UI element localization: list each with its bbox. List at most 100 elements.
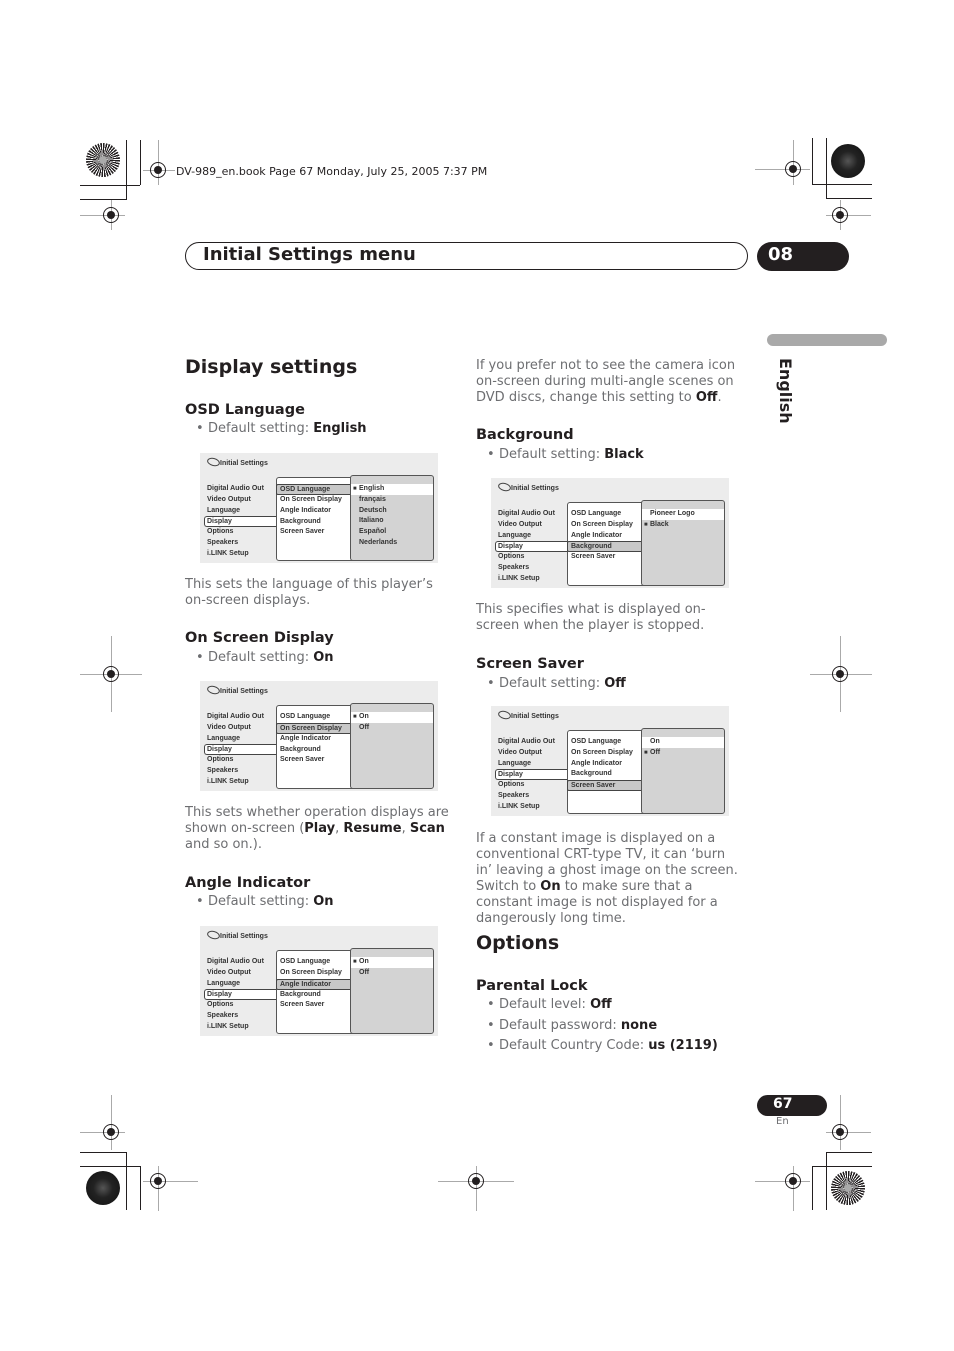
osd-main-item[interactable]: Display <box>204 989 278 1001</box>
osd-main-item[interactable]: Display <box>204 516 278 528</box>
osd-screen-background: Initial Settings Digital Audio Out Video O… <box>491 478 729 588</box>
osd-option-item[interactable]: Español <box>351 527 433 538</box>
desc-bold: On <box>540 879 561 894</box>
osd-main-item[interactable]: i.LINK Setup <box>497 802 569 813</box>
osd-main-item[interactable]: Options <box>206 1000 278 1011</box>
osd-main-item[interactable]: Digital Audio Out <box>497 509 569 520</box>
osd-display-item[interactable]: OSD Language <box>568 509 646 520</box>
osd-main-item[interactable]: Language <box>497 759 569 770</box>
osd-display-item[interactable]: Background <box>277 745 355 756</box>
osd-main-item[interactable]: Options <box>497 780 569 791</box>
registration-disc-top-right <box>831 144 865 178</box>
crop-mark <box>80 185 140 186</box>
osd-display-item[interactable]: Background <box>277 517 355 528</box>
osd-display-item[interactable]: Angle Indicator <box>276 978 355 990</box>
bullet-label: Default password: <box>499 1018 621 1033</box>
osd-main-item[interactable]: Speakers <box>206 1011 278 1022</box>
osd-option-item[interactable]: Pioneer Logo <box>642 509 724 520</box>
osd-main-item[interactable]: Display <box>495 541 569 553</box>
osd-option-item[interactable]: Black <box>642 520 724 531</box>
osd-option-item[interactable]: On <box>351 957 433 968</box>
osd-display-submenu: OSD Language On Screen Display Angle Indic… <box>567 502 647 586</box>
osd-options-panel: Pioneer LogoBlack <box>641 500 725 586</box>
osd-display-item[interactable]: Screen Saver <box>277 1000 355 1011</box>
crop-line <box>111 1095 112 1150</box>
osd-main-item[interactable]: Video Output <box>206 723 278 734</box>
osd-main-item[interactable]: i.LINK Setup <box>206 777 278 788</box>
osd-main-item[interactable]: Language <box>206 979 278 990</box>
osd-display-item[interactable]: Screen Saver <box>567 780 646 792</box>
osd-display-item[interactable]: On Screen Display <box>568 748 646 759</box>
bullet-label: Default setting: <box>208 894 314 909</box>
osd-main-item[interactable]: Options <box>497 552 569 563</box>
crop-mark <box>826 1152 872 1153</box>
osd-main-item[interactable]: i.LINK Setup <box>206 549 278 560</box>
osd-display-item[interactable]: Angle Indicator <box>277 734 355 745</box>
osd-display-item[interactable]: Angle Indicator <box>568 531 646 542</box>
osd-option-item[interactable]: Off <box>642 748 724 759</box>
osd-display-item[interactable]: Background <box>568 769 646 780</box>
osd-display-item[interactable]: Screen Saver <box>568 552 646 563</box>
osd-display-item[interactable]: OSD Language <box>276 484 355 495</box>
osd-main-item[interactable]: Video Output <box>497 520 569 531</box>
osd-main-item[interactable]: i.LINK Setup <box>497 574 569 585</box>
bullet-label: Default setting: <box>499 447 605 462</box>
osd-display-item[interactable]: On Screen Display <box>277 968 355 979</box>
osd-main-item[interactable]: Speakers <box>206 766 278 777</box>
crop-mark <box>826 198 872 199</box>
osd-option-item[interactable]: Off <box>351 968 433 979</box>
osd-option-item[interactable]: On <box>351 712 433 723</box>
desc-text: and so on.). <box>185 837 262 852</box>
osd-option-item[interactable]: Italiano <box>351 516 433 527</box>
osd-main-item[interactable]: Display <box>495 769 569 781</box>
osd-main-item[interactable]: Options <box>206 755 278 766</box>
osd-main-item[interactable]: Language <box>497 531 569 542</box>
osd-main-item[interactable]: Speakers <box>497 791 569 802</box>
osd-main-item[interactable]: Language <box>206 734 278 745</box>
osd-option-item[interactable]: On <box>642 737 724 748</box>
osd-option-item[interactable]: français <box>351 495 433 506</box>
osd-main-item[interactable]: Digital Audio Out <box>206 484 278 495</box>
osd-display-submenu: OSD Language On Screen Display Angle Indic… <box>276 705 356 789</box>
registration-star-bottom-right <box>831 1171 865 1205</box>
osd-display-item[interactable]: Screen Saver <box>277 527 355 538</box>
desc-text: , <box>401 821 410 836</box>
osd-main-item[interactable]: Language <box>206 506 278 517</box>
crop-mark <box>812 1166 813 1210</box>
osd-option-item[interactable]: Deutsch <box>351 506 433 517</box>
osd-display-item[interactable]: Background <box>277 990 355 1001</box>
osd-display-item[interactable]: Background <box>567 541 646 553</box>
osd-main-item[interactable]: Speakers <box>206 538 278 549</box>
osd-display-item[interactable]: On Screen Display <box>277 495 355 506</box>
disc-icon <box>497 481 512 493</box>
bullet-label: Default level: <box>499 997 591 1012</box>
osd-main-item[interactable]: Video Output <box>206 495 278 506</box>
osd-option-item[interactable]: Off <box>351 723 433 734</box>
osd-display-item[interactable]: OSD Language <box>277 957 355 968</box>
osd-display-submenu: OSD Language On Screen Display Angle Indic… <box>276 477 356 561</box>
osd-menu-title: Initial Settings <box>220 933 268 940</box>
osd-display-item[interactable]: Angle Indicator <box>568 759 646 770</box>
osd-main-item[interactable]: Display <box>204 744 278 756</box>
osd-display-item[interactable]: On Screen Display <box>568 520 646 531</box>
osd-display-item[interactable]: Angle Indicator <box>277 506 355 517</box>
osd-display-item[interactable]: On Screen Display <box>276 722 355 734</box>
osd-main-item[interactable]: i.LINK Setup <box>206 1022 278 1033</box>
desc-bold: Scan <box>409 821 445 836</box>
registration-target <box>103 666 119 682</box>
bullet-value: English <box>313 421 367 436</box>
osd-main-item[interactable]: Video Output <box>206 968 278 979</box>
osd-display-item[interactable]: OSD Language <box>277 712 355 723</box>
osd-option-item[interactable]: English <box>351 484 433 495</box>
osd-main-item[interactable]: Options <box>206 527 278 538</box>
osd-display-item[interactable]: Screen Saver <box>277 755 355 766</box>
osd-main-item[interactable]: Digital Audio Out <box>206 712 278 723</box>
desc-osd-language: This sets the language of this player’s … <box>185 577 433 608</box>
osd-main-item[interactable]: Speakers <box>497 563 569 574</box>
osd-main-item[interactable]: Digital Audio Out <box>497 737 569 748</box>
osd-option-item[interactable]: Nederlands <box>351 538 433 549</box>
language-tab-bar <box>767 334 887 346</box>
osd-main-item[interactable]: Video Output <box>497 748 569 759</box>
osd-main-item[interactable]: Digital Audio Out <box>206 957 278 968</box>
osd-display-item[interactable]: OSD Language <box>568 737 646 748</box>
